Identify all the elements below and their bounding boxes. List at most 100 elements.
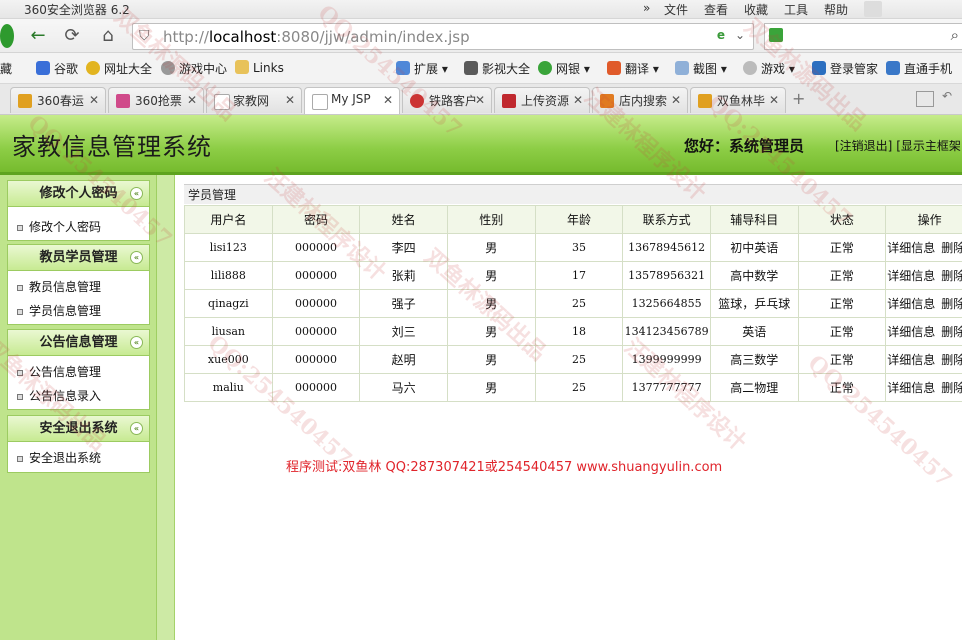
col-contact: 联系方式 bbox=[622, 205, 711, 234]
delete-link[interactable]: 删除 bbox=[941, 241, 962, 255]
cell-actions: 详细信息删除 bbox=[885, 261, 962, 290]
fav-game-center[interactable]: 游戏中心 bbox=[161, 60, 227, 77]
fav-games[interactable]: 游戏 ▾ bbox=[743, 60, 795, 77]
search-engine-icon[interactable] bbox=[769, 28, 783, 42]
tab-4-active[interactable]: My JSP ✕ bbox=[304, 87, 400, 114]
sidebar-item-change-password[interactable]: 修改个人密码 bbox=[8, 215, 149, 239]
menu-file[interactable]: 文件 bbox=[664, 1, 688, 18]
sidebar-splitter[interactable] bbox=[156, 175, 174, 640]
cell-status: 正常 bbox=[797, 317, 887, 346]
detail-link[interactable]: 详细信息 bbox=[887, 353, 935, 367]
fav-links[interactable]: Links bbox=[235, 60, 284, 75]
tab-3[interactable]: 家教网 ✕ bbox=[206, 87, 302, 113]
close-icon[interactable]: ✕ bbox=[89, 93, 99, 107]
window-icon[interactable] bbox=[916, 91, 934, 107]
detail-link[interactable]: 详细信息 bbox=[887, 269, 935, 283]
col-name: 姓名 bbox=[359, 205, 448, 234]
fav-collections[interactable]: 藏 bbox=[0, 60, 12, 77]
close-icon[interactable]: ✕ bbox=[285, 93, 295, 107]
user-icon[interactable] bbox=[864, 1, 882, 17]
close-icon[interactable]: ✕ bbox=[383, 93, 393, 107]
fav-google[interactable]: 谷歌 bbox=[36, 60, 78, 77]
cell-contact: 134123456789 bbox=[622, 317, 711, 346]
close-icon[interactable]: ✕ bbox=[573, 93, 583, 107]
search-input[interactable]: ⌕ bbox=[764, 23, 962, 50]
fav-extensions[interactable]: 扩展 ▾ bbox=[396, 60, 448, 77]
tab-1[interactable]: 360春运 ✕ bbox=[10, 87, 106, 113]
delete-link[interactable]: 删除 bbox=[941, 297, 962, 311]
cell-age: 35 bbox=[534, 233, 624, 262]
home-icon[interactable]: ⌂ bbox=[96, 24, 120, 48]
close-icon[interactable]: ✕ bbox=[475, 93, 485, 107]
sidebar-item-notice-management[interactable]: 公告信息管理 bbox=[8, 360, 149, 384]
close-icon[interactable]: ✕ bbox=[187, 93, 197, 107]
menu-tools[interactable]: 工具 bbox=[784, 1, 808, 18]
sidebar-item-notice-entry[interactable]: 公告信息录入 bbox=[8, 384, 149, 408]
sidebar-item-student-management[interactable]: 学员信息管理 bbox=[8, 299, 149, 323]
close-icon[interactable]: ✕ bbox=[769, 93, 779, 107]
col-age: 年龄 bbox=[534, 205, 624, 234]
new-tab-plus-icon[interactable]: + bbox=[792, 89, 805, 108]
menu-favorites[interactable]: 收藏 bbox=[744, 1, 768, 18]
fav-login-manager[interactable]: 登录管家 bbox=[812, 60, 878, 77]
detail-link[interactable]: 详细信息 bbox=[887, 297, 935, 311]
bank-icon bbox=[538, 61, 552, 75]
collapse-icon[interactable]: « bbox=[130, 336, 143, 349]
close-icon[interactable]: ✕ bbox=[671, 93, 681, 107]
fav-video[interactable]: 影视大全 bbox=[464, 60, 530, 77]
sidebar-group-notice: 公告信息管理 « 公告信息管理 公告信息录入 bbox=[7, 329, 150, 410]
sidebar-item-safe-logout[interactable]: 安全退出系统 bbox=[8, 446, 149, 470]
menu-view[interactable]: 查看 bbox=[704, 1, 728, 18]
detail-link[interactable]: 详细信息 bbox=[887, 325, 935, 339]
menu-arrow-icon[interactable]: » bbox=[643, 1, 650, 15]
address-input[interactable]: ⛉ http://localhost:8080/jjw/admin/index.… bbox=[132, 23, 754, 50]
show-main-frame-link[interactable]: [显示主框架 bbox=[896, 139, 961, 153]
fav-bank[interactable]: 网银 ▾ bbox=[538, 60, 590, 77]
sidebar-group-header[interactable]: 修改个人密码 « bbox=[8, 181, 149, 207]
cell-age: 25 bbox=[534, 373, 624, 402]
group-title: 公告信息管理 bbox=[39, 335, 118, 350]
cell-actions: 详细信息删除 bbox=[885, 373, 962, 402]
menu-help[interactable]: 帮助 bbox=[824, 1, 848, 18]
sidebar-group-header[interactable]: 安全退出系统 « bbox=[8, 416, 149, 442]
fav-translate[interactable]: 翻译 ▾ bbox=[607, 60, 659, 77]
cell-username: maliu bbox=[184, 373, 273, 402]
sidebar-group-header[interactable]: 公告信息管理 « bbox=[8, 330, 149, 356]
sidebar-item-tutor-management[interactable]: 教员信息管理 bbox=[8, 275, 149, 299]
sidebar-group-header[interactable]: 教员学员管理 « bbox=[8, 245, 149, 271]
logout-link[interactable]: [注销退出] bbox=[835, 139, 892, 153]
cell-age: 25 bbox=[534, 345, 624, 374]
search-icon[interactable]: ⌕ bbox=[951, 26, 959, 44]
collapse-icon[interactable]: « bbox=[130, 187, 143, 200]
cell-name: 李四 bbox=[359, 233, 448, 262]
delete-link[interactable]: 删除 bbox=[941, 269, 962, 283]
detail-link[interactable]: 详细信息 bbox=[887, 381, 935, 395]
refresh-icon[interactable]: ⟳ bbox=[60, 24, 84, 48]
chevron-down-icon[interactable]: ⌄ bbox=[735, 28, 745, 42]
fav-phone[interactable]: 直通手机 bbox=[886, 60, 952, 77]
collapse-icon[interactable]: « bbox=[130, 422, 143, 435]
undo-icon[interactable]: ↶ bbox=[942, 89, 952, 103]
delete-link[interactable]: 删除 bbox=[941, 325, 962, 339]
tab-7[interactable]: 店内搜索 ✕ bbox=[592, 87, 688, 113]
delete-link[interactable]: 删除 bbox=[941, 381, 962, 395]
detail-link[interactable]: 详细信息 bbox=[887, 241, 935, 255]
fav-screenshot[interactable]: 截图 ▾ bbox=[675, 60, 727, 77]
fav-url-directory[interactable]: 网址大全 bbox=[86, 60, 152, 77]
joystick-icon bbox=[743, 61, 757, 75]
tab-label: 双鱼林毕 bbox=[717, 94, 766, 108]
ie-engine-icon[interactable]: e bbox=[717, 28, 725, 42]
tab-6[interactable]: 上传资源 ✕ bbox=[494, 87, 590, 113]
tab-label: 上传资源 bbox=[521, 94, 570, 108]
app-title: 家教信息管理系统 bbox=[12, 133, 212, 161]
tab-5[interactable]: 铁路客户 ✕ bbox=[402, 87, 492, 113]
table-row: xue000000000赵明男251399999999高三数学正常详细信息删除 bbox=[184, 345, 962, 374]
tab-2[interactable]: 360抢票 ✕ bbox=[108, 87, 204, 113]
back-arrow-icon[interactable]: ← bbox=[26, 24, 50, 48]
collapse-icon[interactable]: « bbox=[130, 251, 143, 264]
tab-8[interactable]: 双鱼林毕 ✕ bbox=[690, 87, 786, 113]
cell-subject: 篮球，乒乓球 bbox=[709, 289, 799, 318]
cell-password: 000000 bbox=[271, 317, 361, 346]
cell-status: 正常 bbox=[797, 289, 887, 318]
delete-link[interactable]: 删除 bbox=[941, 353, 962, 367]
